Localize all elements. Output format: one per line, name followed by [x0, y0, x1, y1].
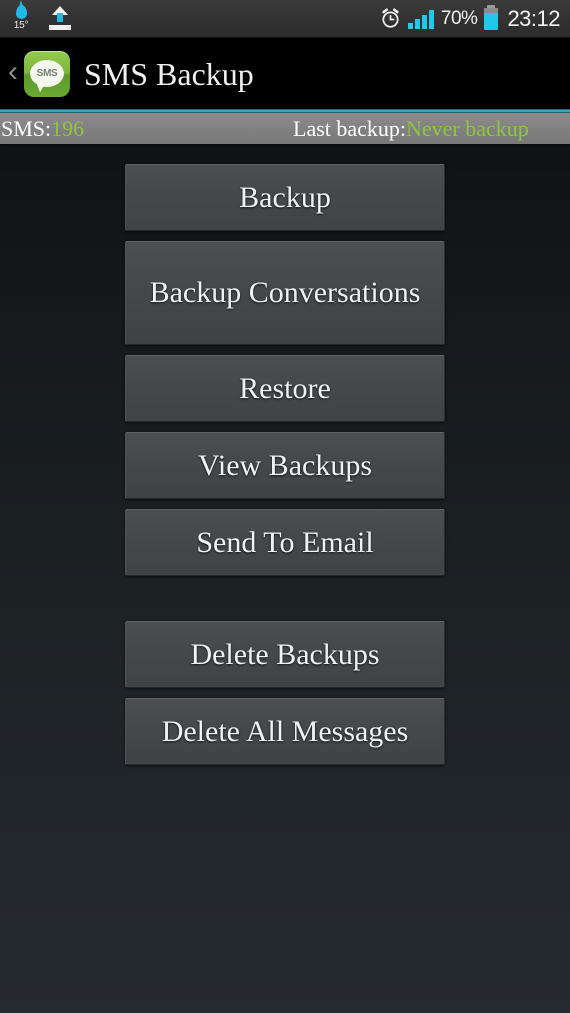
backup-button[interactable]: Backup	[125, 164, 445, 231]
delete-all-messages-button[interactable]: Delete All Messages	[125, 698, 445, 765]
sms-count-label: SMS:	[1, 115, 52, 141]
signal-bar-3	[421, 14, 427, 29]
sms-count-value: 196	[51, 115, 85, 141]
alarm-clock-icon	[380, 8, 401, 29]
last-backup-value: Never backup	[406, 115, 529, 141]
last-backup-label: Last backup:	[293, 115, 407, 141]
button-label: Delete Backups	[190, 637, 380, 671]
status-bar-clock: 23:12	[507, 5, 560, 31]
button-label: Send To Email	[196, 525, 374, 559]
upload-arrow-stem	[57, 12, 63, 22]
speech-bubble-icon: SMS	[30, 60, 64, 87]
view-backups-button[interactable]: View Backups	[125, 432, 445, 499]
app-screen: 15° 70% 23:12 ‹ SMS SMS Backup SMS:196 L…	[0, 0, 570, 1013]
signal-bars-icon	[407, 9, 434, 29]
button-label: View Backups	[198, 448, 372, 482]
water-drop-glyph	[15, 0, 27, 19]
signal-bar-2	[414, 18, 420, 29]
system-status-bar: 15° 70% 23:12	[0, 0, 570, 38]
status-bar-right-icons: 70% 23:12	[380, 4, 560, 32]
app-icon: SMS	[24, 50, 70, 97]
battery-percent-label: 70%	[440, 7, 478, 29]
upload-arrow-icon	[48, 5, 72, 33]
water-drop-icon: 15°	[8, 0, 34, 34]
restore-button[interactable]: Restore	[125, 355, 445, 422]
button-label: Backup	[239, 180, 331, 214]
sms-count-group: SMS:196	[1, 116, 84, 142]
app-icon-label: SMS	[36, 68, 58, 79]
battery-empty-portion	[484, 7, 499, 13]
info-bar: SMS:196 Last backup:Never backup	[0, 113, 570, 144]
status-bar-left-icons: 15°	[8, 0, 72, 34]
signal-bar-4	[428, 9, 434, 29]
back-chevron-icon[interactable]: ‹	[4, 56, 22, 91]
delete-backups-button[interactable]: Delete Backups	[125, 621, 445, 688]
button-label: Backup Conversations	[149, 276, 421, 309]
button-label: Delete All Messages	[161, 714, 409, 748]
signal-bar-1	[407, 22, 413, 29]
action-button-list: Backup Backup Conversations Restore View Ba…	[0, 144, 570, 765]
app-title-bar: ‹ SMS SMS Backup	[0, 38, 570, 109]
temperature-label: 15°	[13, 19, 29, 31]
backup-conversations-button[interactable]: Backup Conversations	[125, 241, 445, 345]
last-backup-group: Last backup:Never backup	[293, 116, 529, 142]
button-label: Restore	[239, 371, 331, 405]
upload-arrow-base	[49, 24, 71, 30]
send-to-email-button[interactable]: Send To Email	[125, 509, 445, 576]
battery-icon	[484, 4, 499, 30]
page-title: SMS Backup	[84, 55, 254, 92]
